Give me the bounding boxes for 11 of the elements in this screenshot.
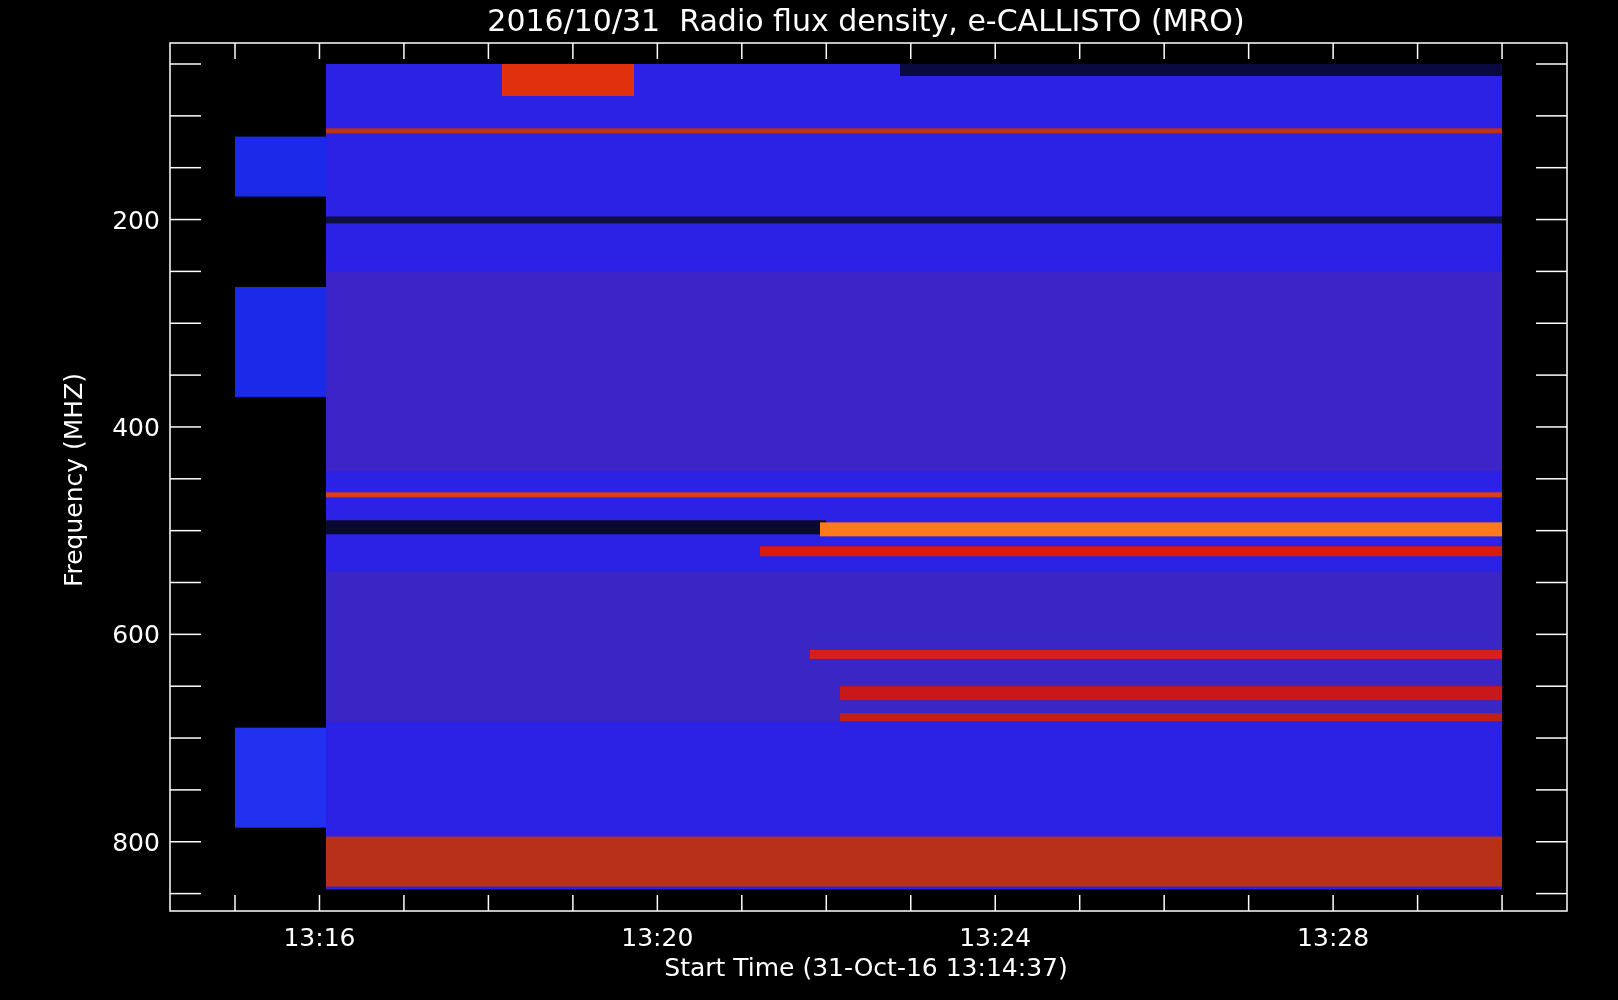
chart-title: 2016/10/31 Radio flux density, e-CALLISTO (MRO) [487, 3, 1245, 38]
y-tick-label: 800 [112, 827, 160, 857]
y-tick-label: 200 [112, 205, 160, 235]
x-tick-label: 13:16 [283, 923, 356, 952]
x-tick-label: 13:28 [1297, 923, 1370, 952]
x-tick-label: 13:20 [621, 923, 694, 952]
x-axis-label: Start Time (31-Oct-16 13:14:37) [664, 953, 1068, 982]
y-axis-label: Frequency (MHZ) [59, 372, 88, 588]
y-tick-label: 600 [112, 620, 160, 650]
x-tick-label: 13:24 [959, 923, 1032, 952]
y-tick-label: 400 [112, 412, 160, 442]
